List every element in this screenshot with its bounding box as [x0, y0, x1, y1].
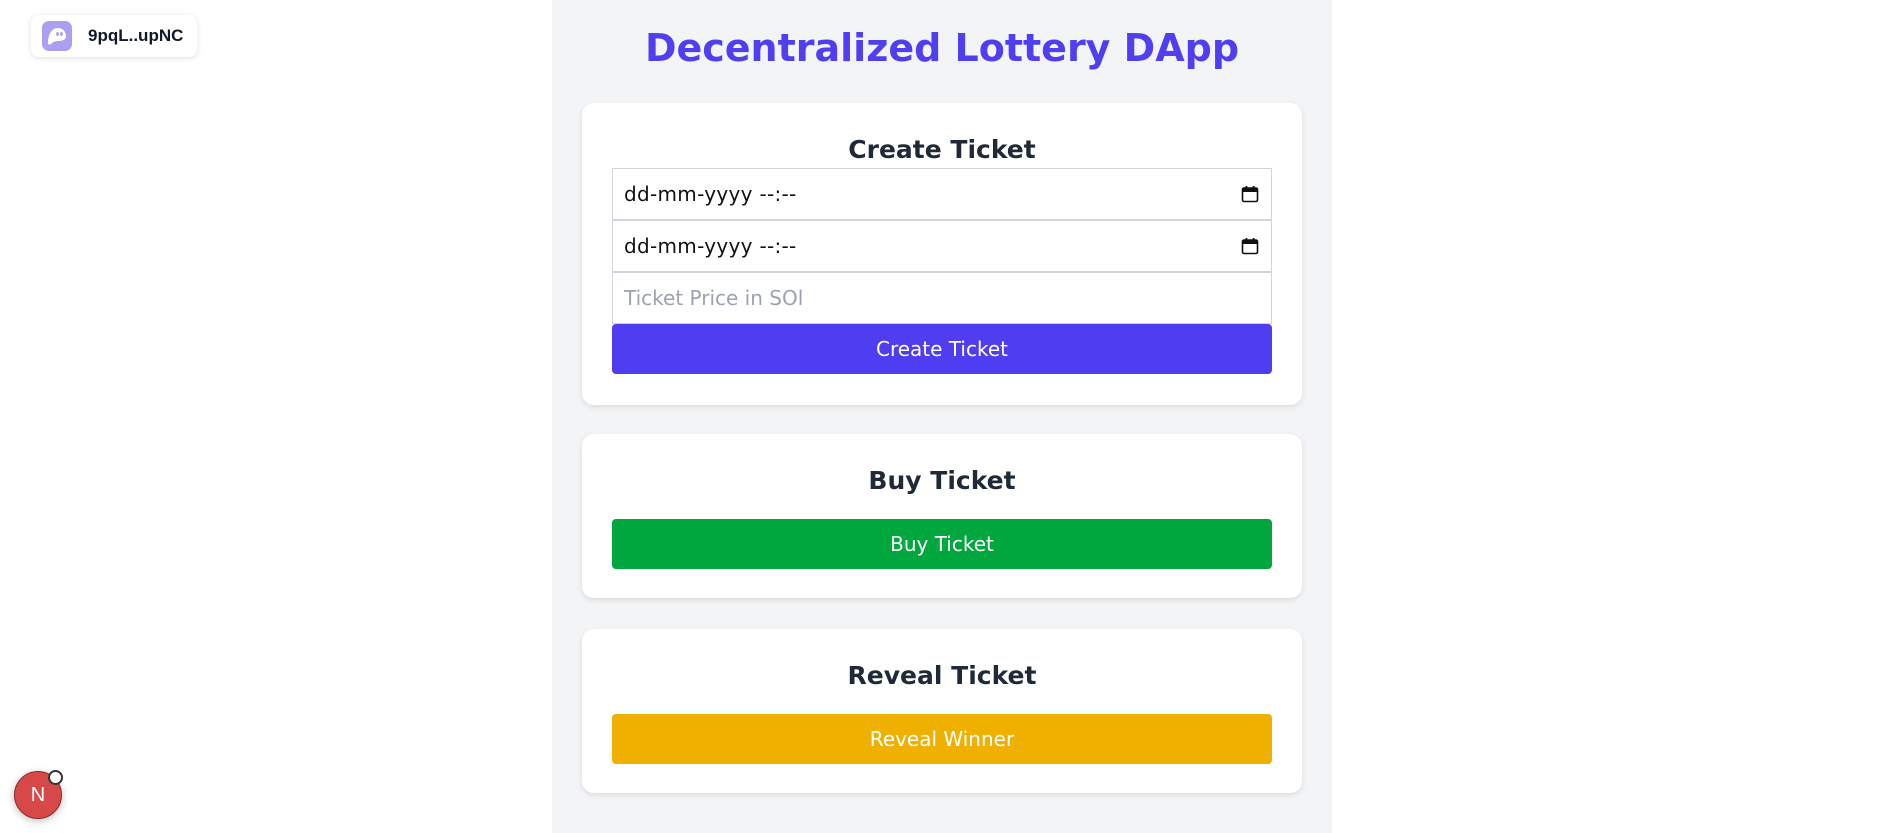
wallet-button[interactable]: 9pqL..upNC [31, 15, 197, 57]
reveal-ticket-card: Reveal Ticket Reveal Winner [582, 629, 1302, 793]
notification-dot [48, 770, 63, 785]
create-ticket-card: Create Ticket dd-mm-yyyy --:-- dd-mm-yyy… [582, 103, 1302, 405]
create-ticket-heading: Create Ticket [848, 135, 1036, 164]
page-title: Decentralized Lottery DApp [644, 26, 1240, 70]
buy-ticket-button[interactable]: Buy Ticket [612, 519, 1272, 569]
create-ticket-button[interactable]: Create Ticket [612, 324, 1272, 374]
ticket-price-input[interactable]: Ticket Price in SOl [612, 272, 1272, 324]
nextjs-logo-letter: N [30, 783, 46, 806]
end-time-value: dd-mm-yyyy --:-- [624, 234, 797, 258]
start-time-input[interactable]: dd-mm-yyyy --:-- [612, 168, 1272, 220]
ticket-price-placeholder: Ticket Price in SOl [624, 286, 804, 310]
nextjs-dev-badge[interactable]: N [14, 770, 63, 819]
reveal-winner-button[interactable]: Reveal Winner [612, 714, 1272, 764]
buy-ticket-card: Buy Ticket Buy Ticket [582, 434, 1302, 598]
reveal-ticket-heading: Reveal Ticket [847, 661, 1037, 690]
start-time-value: dd-mm-yyyy --:-- [624, 182, 797, 206]
buy-ticket-heading: Buy Ticket [868, 466, 1016, 495]
phantom-ghost-icon [42, 21, 72, 51]
main-panel: Decentralized Lottery DApp Create Ticket… [552, 0, 1332, 833]
calendar-icon[interactable] [1240, 236, 1260, 256]
calendar-icon[interactable] [1240, 184, 1260, 204]
end-time-input[interactable]: dd-mm-yyyy --:-- [612, 220, 1272, 272]
wallet-address: 9pqL..upNC [88, 26, 184, 45]
